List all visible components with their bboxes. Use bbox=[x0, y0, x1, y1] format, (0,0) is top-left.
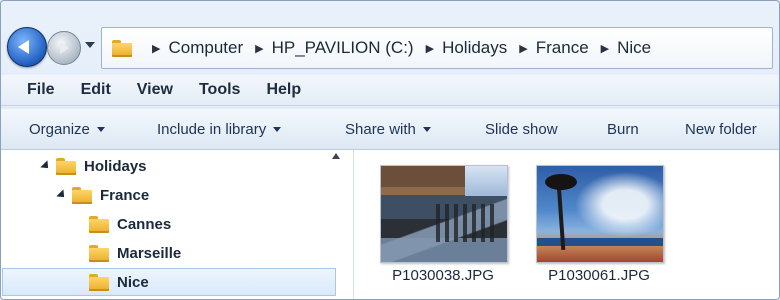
tree-item-label: Nice bbox=[117, 273, 149, 291]
file-name-label[interactable]: P1030061.JPG bbox=[524, 267, 674, 284]
scroll-up-arrow-icon[interactable] bbox=[332, 153, 340, 159]
tree-item-label: Marseille bbox=[117, 244, 182, 262]
forward-button[interactable] bbox=[47, 31, 81, 65]
breadcrumb-holidays[interactable]: ▶ Holidays bbox=[414, 38, 508, 58]
navigation-row: ▶ Computer ▶ HP_PAVILION (C:) ▶ Holidays… bbox=[1, 9, 779, 69]
expanded-triangle-icon[interactable] bbox=[56, 189, 68, 201]
burn-label: Burn bbox=[607, 121, 639, 138]
breadcrumb-france[interactable]: ▶ France bbox=[507, 38, 588, 58]
burn-button[interactable]: Burn bbox=[607, 121, 639, 138]
chevron-right-icon[interactable]: ▶ bbox=[519, 42, 527, 55]
file-thumbnail[interactable] bbox=[536, 165, 664, 263]
folder-icon bbox=[89, 245, 109, 262]
tree-item-holidays[interactable]: Holidays bbox=[40, 152, 147, 180]
slide-show-label: Slide show bbox=[485, 121, 558, 138]
photo-people bbox=[436, 204, 496, 242]
menu-edit[interactable]: Edit bbox=[81, 81, 111, 99]
folder-icon bbox=[89, 216, 109, 233]
tree-item-nice[interactable]: Nice bbox=[2, 268, 336, 296]
recent-pages-dropdown-icon[interactable] bbox=[85, 42, 95, 48]
chevron-right-icon[interactable]: ▶ bbox=[152, 42, 160, 55]
include-in-library-label: Include in library bbox=[157, 121, 267, 138]
tree-item-label: Holidays bbox=[84, 157, 147, 175]
photo-sea bbox=[537, 238, 663, 246]
chevron-down-icon bbox=[273, 127, 282, 132]
chevron-right-icon[interactable]: ▶ bbox=[255, 42, 263, 55]
share-with-label: Share with bbox=[345, 121, 416, 138]
breadcrumb-drive[interactable]: ▶ HP_PAVILION (C:) bbox=[243, 38, 413, 58]
menu-bar: File Edit View Tools Help bbox=[1, 75, 779, 106]
file-list-pane: P1030038.JPG P1030061.JPG bbox=[354, 150, 779, 299]
breadcrumb-label[interactable]: HP_PAVILION (C:) bbox=[272, 38, 414, 58]
command-toolbar: Organize Include in library Share with S… bbox=[1, 109, 779, 150]
breadcrumb-nice[interactable]: ▶ Nice bbox=[589, 38, 651, 58]
folder-icon bbox=[112, 40, 132, 57]
breadcrumb-label[interactable]: Holidays bbox=[442, 38, 507, 58]
include-in-library-button[interactable]: Include in library bbox=[157, 121, 282, 138]
back-button[interactable] bbox=[7, 27, 47, 67]
folder-icon bbox=[89, 274, 109, 291]
chevron-right-icon[interactable]: ▶ bbox=[601, 42, 609, 55]
chevron-down-icon bbox=[96, 127, 105, 132]
organize-label: Organize bbox=[29, 121, 90, 138]
tree-item-cannes[interactable]: Cannes bbox=[89, 210, 171, 238]
expanded-triangle-icon[interactable] bbox=[40, 160, 52, 172]
menu-view[interactable]: View bbox=[137, 81, 173, 99]
photo-sky bbox=[465, 166, 507, 196]
new-folder-label: New folder bbox=[685, 121, 757, 138]
tree-item-marseille[interactable]: Marseille bbox=[89, 239, 181, 267]
menu-tools[interactable]: Tools bbox=[199, 81, 240, 99]
menu-help[interactable]: Help bbox=[266, 81, 301, 99]
tree-item-label: France bbox=[100, 186, 150, 204]
address-bar[interactable]: ▶ Computer ▶ HP_PAVILION (C:) ▶ Holidays… bbox=[101, 27, 773, 69]
slide-show-button[interactable]: Slide show bbox=[485, 121, 558, 138]
breadcrumb-label[interactable]: France bbox=[536, 38, 589, 58]
chevron-down-icon bbox=[422, 127, 431, 132]
menu-file[interactable]: File bbox=[27, 81, 55, 99]
organize-button[interactable]: Organize bbox=[29, 121, 105, 138]
navigation-pane: Holidays France Cannes Marseille Nice bbox=[1, 150, 354, 299]
file-name-label[interactable]: P1030038.JPG bbox=[368, 267, 518, 284]
new-folder-button[interactable]: New folder bbox=[685, 121, 757, 138]
folder-icon bbox=[56, 158, 76, 175]
chevron-right-icon[interactable]: ▶ bbox=[426, 42, 434, 55]
folder-icon bbox=[72, 187, 92, 204]
photo-palm-fronds bbox=[545, 174, 577, 190]
file-thumbnail[interactable] bbox=[380, 165, 508, 263]
breadcrumb-computer[interactable]: ▶ Computer bbox=[140, 38, 243, 58]
breadcrumb-label[interactable]: Computer bbox=[168, 38, 243, 58]
explorer-window: ▶ Computer ▶ HP_PAVILION (C:) ▶ Holidays… bbox=[0, 0, 780, 300]
breadcrumb-label[interactable]: Nice bbox=[617, 38, 651, 58]
tree-item-label: Cannes bbox=[117, 215, 172, 233]
share-with-button[interactable]: Share with bbox=[345, 121, 431, 138]
tree-item-france[interactable]: France bbox=[56, 181, 150, 209]
